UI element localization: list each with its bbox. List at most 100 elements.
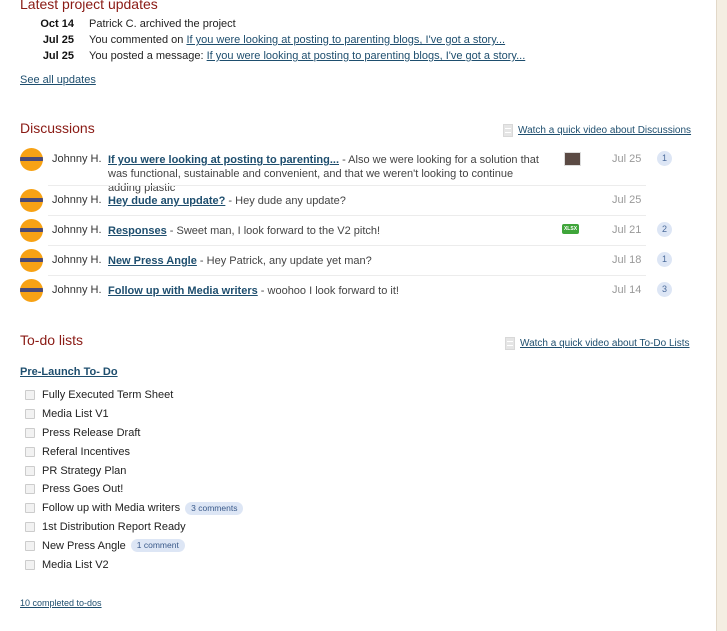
- todo-label[interactable]: Media List V1: [42, 408, 109, 420]
- discussion-row[interactable]: Johnny H. Responses - Sweet man, I look …: [20, 216, 680, 246]
- discussion-date: Jul 25: [612, 153, 642, 165]
- update-row: Oct 14 Patrick C. archived the project: [38, 16, 525, 32]
- todo-label[interactable]: Press Goes Out!: [42, 483, 123, 495]
- discussion-title-link[interactable]: Responses: [108, 225, 167, 237]
- comment-count-badge: 3: [657, 282, 672, 297]
- todo-checkbox[interactable]: [25, 409, 35, 420]
- todo-item: Media List V2: [25, 555, 243, 574]
- update-date: Oct 14: [40, 18, 74, 30]
- comment-count-badge: 1: [657, 252, 672, 267]
- todos-title: To-do lists: [20, 332, 84, 348]
- todo-item: 1st Distribution Report Ready: [25, 518, 243, 537]
- comment-count-badge: 2: [657, 222, 672, 237]
- discussion-author: Johnny H.: [52, 254, 102, 266]
- discussions-video-link[interactable]: Watch a quick video about Discussions: [503, 124, 691, 137]
- todo-checkbox[interactable]: [25, 446, 35, 457]
- discussion-list: Johnny H. If you were looking at posting…: [20, 145, 680, 306]
- xlsx-file-icon[interactable]: XLSX: [562, 224, 579, 234]
- todos-video-link-text[interactable]: Watch a quick video about To-Do Lists: [520, 338, 690, 349]
- discussion-title-link[interactable]: Follow up with Media writers: [108, 285, 258, 297]
- discussion-body: New Press Angle - Hey Patrick, any updat…: [108, 254, 548, 268]
- discussion-title-link[interactable]: New Press Angle: [108, 255, 197, 267]
- see-all-updates-link[interactable]: See all updates: [20, 74, 96, 86]
- todo-item: Referal Incentives: [25, 442, 243, 461]
- update-row: Jul 25 You commented on If you were look…: [38, 32, 525, 48]
- discussion-title-link[interactable]: Hey dude any update?: [108, 195, 225, 207]
- todo-item: Follow up with Media writers 3 comments: [25, 499, 244, 518]
- comment-count-badge: 1: [657, 151, 672, 166]
- todo-checkbox[interactable]: [25, 484, 35, 495]
- update-text: You commented on If you were looking at …: [89, 32, 505, 48]
- sidebar-panel-edge: [716, 0, 727, 631]
- todo-items: Fully Executed Term Sheet Media List V1 …: [25, 386, 244, 574]
- discussion-date: Jul 21: [612, 224, 642, 236]
- discussion-date: Jul 14: [612, 284, 642, 296]
- discussion-author: Johnny H.: [52, 194, 102, 206]
- todo-item: PR Strategy Plan: [25, 461, 243, 480]
- discussion-row[interactable]: Johnny H. Hey dude any update? - Hey dud…: [20, 186, 680, 216]
- todos-video-link[interactable]: Watch a quick video about To-Do Lists: [505, 337, 690, 350]
- todo-list-title-link[interactable]: Pre-Launch To- Do: [20, 366, 118, 378]
- todo-label[interactable]: PR Strategy Plan: [42, 465, 126, 477]
- todo-item: New Press Angle 1 comment: [25, 536, 243, 555]
- update-text-prefix: You commented on: [89, 34, 187, 46]
- discussions-video-link-text[interactable]: Watch a quick video about Discussions: [518, 125, 691, 136]
- comment-badge[interactable]: 1 comment: [130, 539, 185, 553]
- updates-title: Latest project updates: [20, 0, 158, 12]
- todo-item: Media List V1: [25, 405, 243, 424]
- avatar: [20, 148, 43, 171]
- todo-label[interactable]: Fully Executed Term Sheet: [42, 389, 173, 401]
- update-link[interactable]: If you were looking at posting to parent…: [207, 50, 526, 62]
- discussion-title-link[interactable]: If you were looking at posting to parent…: [108, 154, 339, 166]
- discussion-body: Responses - Sweet man, I look forward to…: [108, 224, 548, 238]
- updates-list: Oct 14 Patrick C. archived the project J…: [38, 16, 525, 64]
- discussion-excerpt: - Hey dude any update?: [225, 195, 346, 207]
- todo-label[interactable]: New Press Angle: [42, 540, 126, 552]
- update-text-prefix: You posted a message:: [89, 50, 207, 62]
- film-icon: [503, 124, 513, 137]
- todo-checkbox[interactable]: [25, 390, 35, 401]
- image-attachment-icon[interactable]: [564, 152, 581, 166]
- todo-label[interactable]: Press Release Draft: [42, 427, 140, 439]
- project-overview: Latest project updates Oct 14 Patrick C.…: [0, 0, 716, 631]
- discussion-excerpt: - Sweet man, I look forward to the V2 pi…: [166, 225, 381, 237]
- todo-label[interactable]: Media List V2: [42, 559, 109, 571]
- avatar: [20, 249, 43, 272]
- film-icon: [505, 337, 515, 350]
- todo-checkbox[interactable]: [25, 503, 35, 514]
- comment-badge[interactable]: 3 comments: [185, 501, 244, 515]
- discussion-date: Jul 18: [612, 254, 642, 266]
- discussion-excerpt: - woohoo I look forward to it!: [257, 285, 399, 297]
- completed-todos-link[interactable]: 10 completed to-dos: [20, 598, 102, 608]
- update-date: Jul 25: [42, 50, 74, 62]
- todo-label[interactable]: Follow up with Media writers: [42, 502, 180, 514]
- discussion-author: Johnny H.: [52, 284, 102, 296]
- discussion-author: Johnny H.: [52, 224, 102, 236]
- avatar: [20, 219, 43, 242]
- discussion-row[interactable]: Johnny H. If you were looking at posting…: [20, 145, 680, 194]
- avatar: [20, 189, 43, 212]
- discussion-row[interactable]: Johnny H. Follow up with Media writers -…: [20, 276, 680, 306]
- update-text: Patrick C. archived the project: [89, 18, 236, 30]
- discussion-date: Jul 25: [612, 194, 642, 206]
- todo-label[interactable]: 1st Distribution Report Ready: [42, 521, 186, 533]
- todo-checkbox[interactable]: [25, 559, 35, 570]
- todo-checkbox[interactable]: [25, 427, 35, 438]
- discussion-body: Hey dude any update? - Hey dude any upda…: [108, 194, 548, 208]
- todo-item: Fully Executed Term Sheet: [25, 386, 243, 405]
- discussions-title: Discussions: [20, 120, 95, 136]
- todo-item: Press Goes Out!: [25, 480, 243, 499]
- todo-checkbox[interactable]: [25, 521, 35, 532]
- discussion-body: Follow up with Media writers - woohoo I …: [108, 284, 548, 298]
- discussion-excerpt: - Hey Patrick, any update yet man?: [196, 255, 372, 267]
- discussion-author: Johnny H.: [52, 153, 102, 165]
- update-text: You posted a message: If you were lookin…: [89, 48, 525, 64]
- todo-label[interactable]: Referal Incentives: [42, 446, 130, 458]
- update-link[interactable]: If you were looking at posting to parent…: [186, 34, 505, 46]
- avatar: [20, 279, 43, 302]
- todo-checkbox[interactable]: [25, 540, 35, 551]
- todo-item: Press Release Draft: [25, 424, 243, 443]
- discussion-row[interactable]: Johnny H. New Press Angle - Hey Patrick,…: [20, 246, 680, 276]
- todo-checkbox[interactable]: [25, 465, 35, 476]
- update-row: Jul 25 You posted a message: If you were…: [38, 48, 525, 64]
